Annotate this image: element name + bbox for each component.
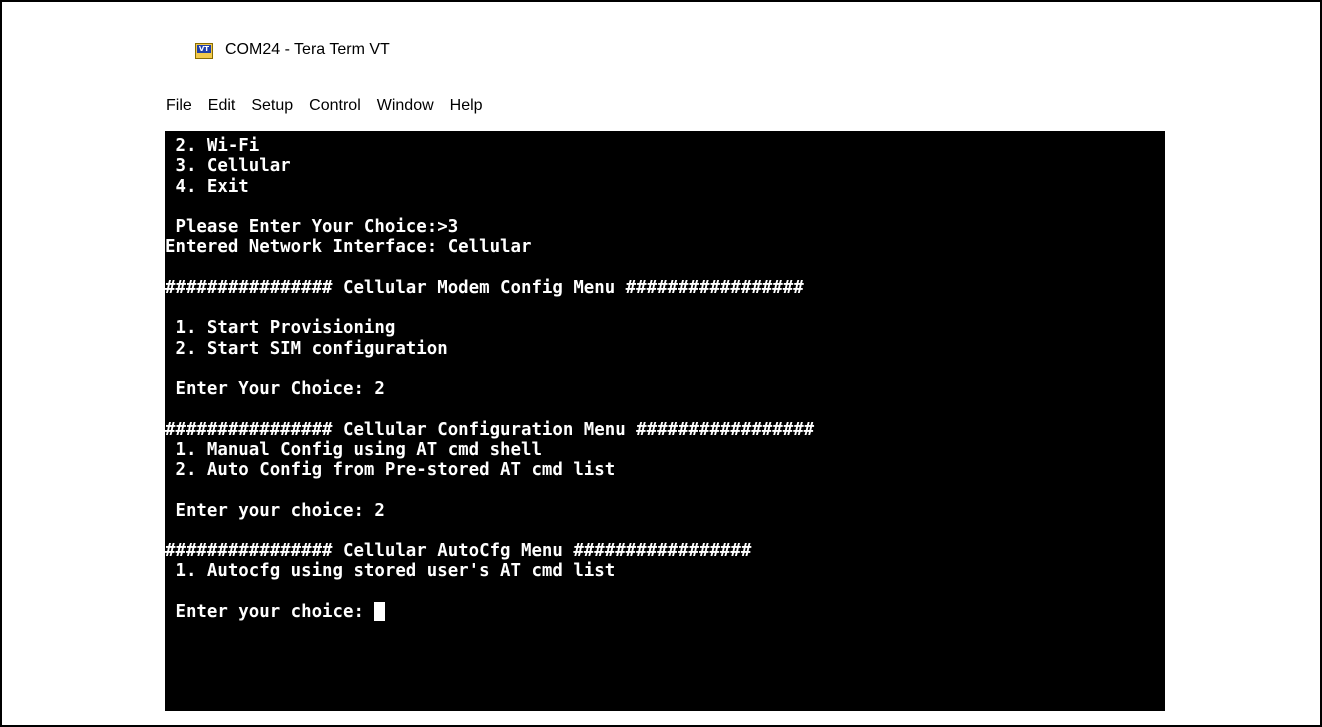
terminal-line: Enter your choice: 2 — [165, 500, 385, 521]
menu-bar: File Edit Setup Control Window Help — [161, 95, 491, 117]
terminal-line-text: Enter your choice: 2 — [165, 500, 385, 521]
window-title: COM24 - Tera Term VT — [225, 41, 390, 58]
terminal-line: ################ Cellular Configuration … — [165, 420, 814, 440]
terminal-line: 2. Auto Config from Pre-stored AT cmd li… — [165, 460, 615, 480]
app-icon-text: VT — [197, 45, 211, 53]
terminal-line-text: Please Enter Your Choice:>3 — [165, 217, 459, 237]
menu-file[interactable]: File — [161, 95, 200, 117]
terminal-line-text: ################ Cellular Configuration … — [165, 419, 815, 440]
terminal-line-text: ################ Cellular Modem Config M… — [165, 277, 804, 298]
terminal-line: ################ Cellular AutoCfg Menu #… — [165, 541, 751, 561]
terminal-line: 2. Start SIM configuration — [165, 338, 448, 359]
terminal-line-text: 4. Exit — [165, 176, 249, 197]
terminal-line-text: 1. Start Provisioning — [165, 318, 396, 339]
terminal-line-text: Enter Your Choice: 2 — [165, 379, 385, 399]
terminal-line: Please Enter Your Choice:>3 — [165, 217, 458, 237]
menu-setup[interactable]: Setup — [243, 95, 301, 117]
menu-window[interactable]: Window — [369, 95, 442, 117]
terminal-line-text: Enter your choice: — [165, 601, 375, 622]
menu-edit[interactable]: Edit — [200, 95, 244, 117]
terminal-line-text: 1. Autocfg using stored user's AT cmd li… — [165, 561, 616, 582]
terminal-line-text: Entered Network Interface: Cellular — [165, 237, 532, 258]
title-bar[interactable]: VT COM24 - Tera Term VT — [161, 27, 1165, 71]
terminal-line: 3. Cellular — [165, 156, 291, 177]
terminal-line-text: 2. Auto Config from Pre-stored AT cmd li… — [165, 460, 616, 480]
terminal-line: ################ Cellular Modem Config M… — [165, 278, 804, 298]
menu-control[interactable]: Control — [301, 95, 369, 117]
text-cursor — [374, 601, 386, 621]
terminal-line: 1. Autocfg using stored user's AT cmd li… — [165, 561, 615, 581]
terminal-line: 1. Manual Config using AT cmd shell — [165, 439, 542, 460]
terminal-line: 1. Start Provisioning — [165, 318, 395, 338]
terminal-line-text: 2. Wi-Fi — [165, 136, 260, 156]
terminal-line-text: 2. Start SIM configuration — [165, 338, 448, 359]
terminal-line: 2. Wi-Fi — [165, 136, 259, 156]
terminal-line: Enter Your Choice: 2 — [165, 379, 385, 399]
tera-term-window: VT COM24 - Tera Term VT File Edit Setup … — [161, 27, 1165, 711]
terminal-line-text: 3. Cellular — [165, 156, 291, 177]
terminal-line: Entered Network Interface: Cellular — [165, 237, 531, 257]
menu-help[interactable]: Help — [442, 95, 491, 117]
terminal-line: 4. Exit — [165, 176, 249, 197]
terminal-line-text: 1. Manual Config using AT cmd shell — [165, 439, 542, 460]
terminal-screen[interactable]: 2. Wi-Fi 3. Cellular 4. Exit Please Ente… — [165, 131, 1165, 711]
tera-term-vt-icon[interactable]: VT — [195, 43, 213, 59]
terminal-line-text: ################ Cellular AutoCfg Menu #… — [165, 541, 752, 561]
terminal-line: Enter your choice: — [165, 601, 386, 622]
